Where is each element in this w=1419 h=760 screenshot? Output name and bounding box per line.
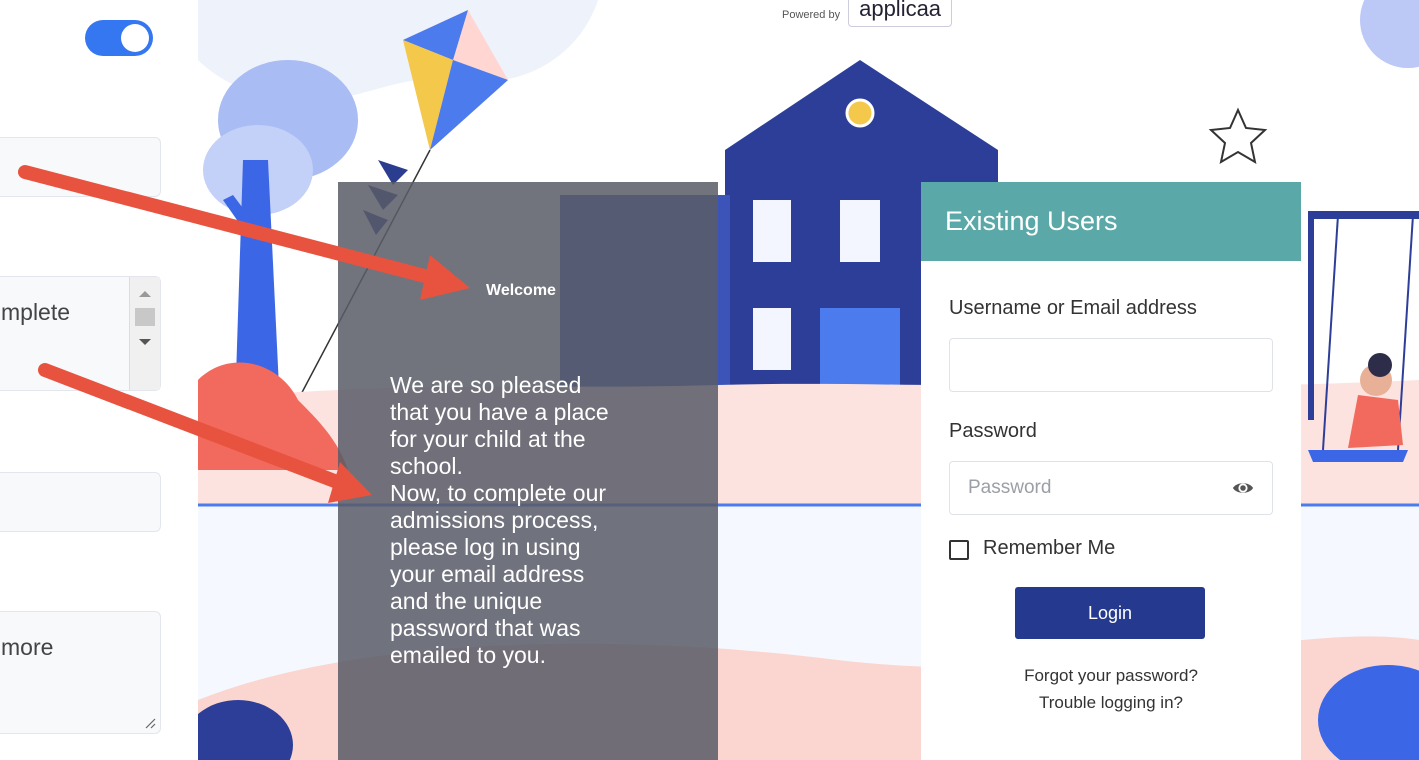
arrow-to-welcome-message-icon <box>38 363 372 503</box>
arrow-to-welcome-icon <box>18 165 470 300</box>
annotation-arrows <box>18 165 470 503</box>
